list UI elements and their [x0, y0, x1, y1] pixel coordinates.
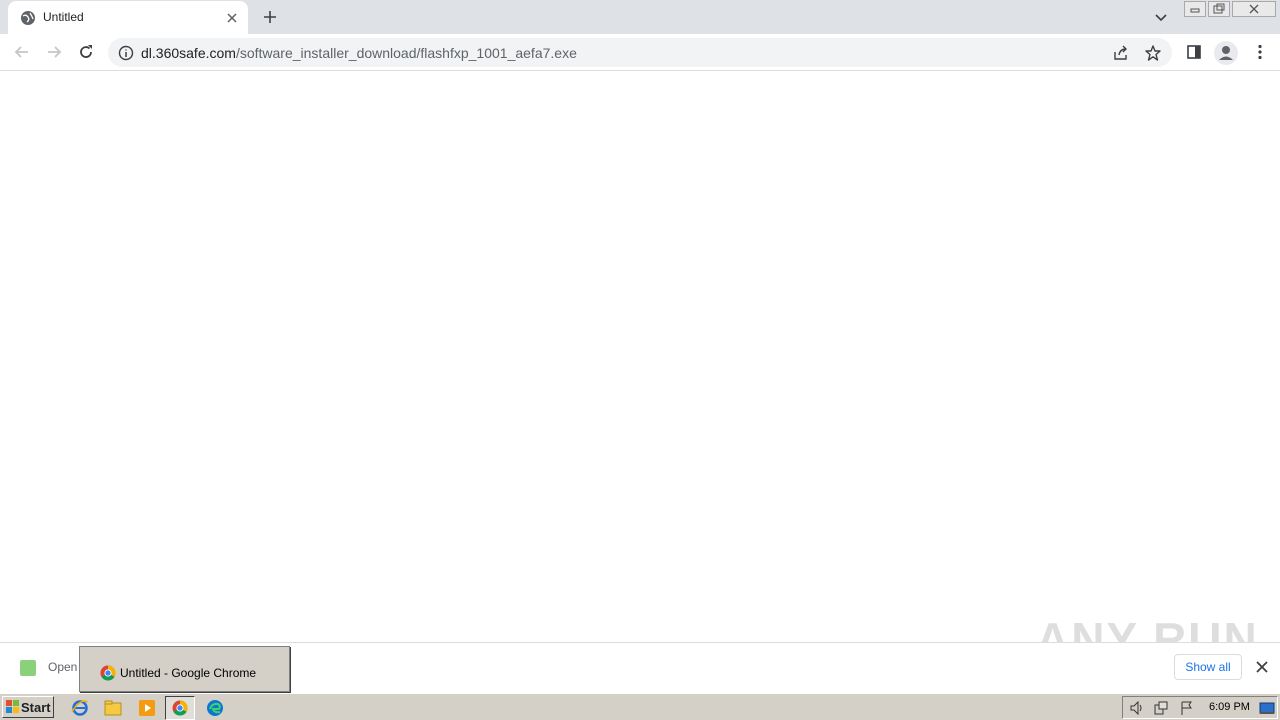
windows-taskbar: Start 6:09 PM — [0, 693, 1280, 720]
clock[interactable]: 6:09 PM — [1209, 701, 1250, 713]
speaker-icon[interactable] — [1129, 700, 1145, 716]
tab-strip: Untitled — [0, 0, 1280, 34]
address-bar[interactable]: dl.360safe.com/software_installer_downlo… — [108, 38, 1172, 67]
restore-icon — [1213, 3, 1225, 14]
reload-icon[interactable] — [76, 42, 96, 62]
person-icon — [1219, 46, 1233, 60]
chevron-down-icon[interactable] — [1152, 8, 1170, 26]
taskbar-window-preview[interactable]: Untitled - Google Chrome — [79, 646, 290, 692]
browser-toolbar: dl.360safe.com/software_installer_downlo… — [0, 34, 1280, 71]
forward-arrow-icon[interactable] — [44, 42, 64, 62]
restore-button[interactable] — [1208, 1, 1230, 17]
globe-icon — [21, 11, 35, 25]
preview-title: Untitled - Google Chrome — [120, 666, 257, 680]
show-desktop-icon[interactable] — [1259, 700, 1275, 716]
flag-icon[interactable] — [1179, 700, 1195, 716]
media-player-icon[interactable] — [137, 698, 157, 718]
url-host: dl.360safe.com — [141, 45, 236, 61]
tab-untitled[interactable]: Untitled — [8, 1, 248, 34]
info-icon[interactable] — [118, 45, 134, 61]
side-panel-icon[interactable] — [1184, 42, 1204, 62]
download-item-text[interactable]: Open — [48, 660, 77, 674]
taskbar-chrome-button[interactable] — [165, 696, 195, 720]
network-icon[interactable] — [1153, 700, 1169, 716]
close-icon[interactable] — [1254, 659, 1270, 675]
minimize-button[interactable] — [1184, 1, 1206, 17]
download-file-icon[interactable] — [20, 660, 36, 676]
window-close-button[interactable] — [1232, 1, 1276, 17]
start-label: Start — [21, 700, 51, 715]
profile-avatar[interactable] — [1214, 41, 1238, 65]
back-arrow-icon[interactable] — [12, 42, 32, 62]
more-vert-icon[interactable] — [1250, 42, 1270, 62]
system-tray: 6:09 PM — [1122, 696, 1278, 719]
chrome-icon — [172, 700, 188, 716]
share-icon[interactable] — [1112, 44, 1130, 62]
edge-icon[interactable] — [205, 698, 225, 718]
url-text[interactable]: dl.360safe.com/software_installer_downlo… — [141, 45, 577, 61]
new-tab-button[interactable] — [260, 7, 280, 27]
close-icon[interactable] — [224, 10, 240, 26]
internet-explorer-icon[interactable] — [70, 698, 90, 718]
tab-title: Untitled — [43, 10, 84, 24]
page-content — [0, 72, 1280, 642]
bookmark-star-icon[interactable] — [1144, 44, 1162, 62]
close-icon — [1249, 4, 1259, 14]
windows-logo-icon — [6, 700, 19, 713]
chrome-icon — [100, 665, 116, 681]
start-button[interactable]: Start — [2, 696, 54, 718]
folder-icon[interactable] — [103, 698, 123, 718]
show-all-button[interactable]: Show all — [1174, 654, 1242, 680]
url-path: /software_installer_download/flashfxp_10… — [235, 45, 577, 61]
minimize-icon — [1190, 8, 1200, 13]
